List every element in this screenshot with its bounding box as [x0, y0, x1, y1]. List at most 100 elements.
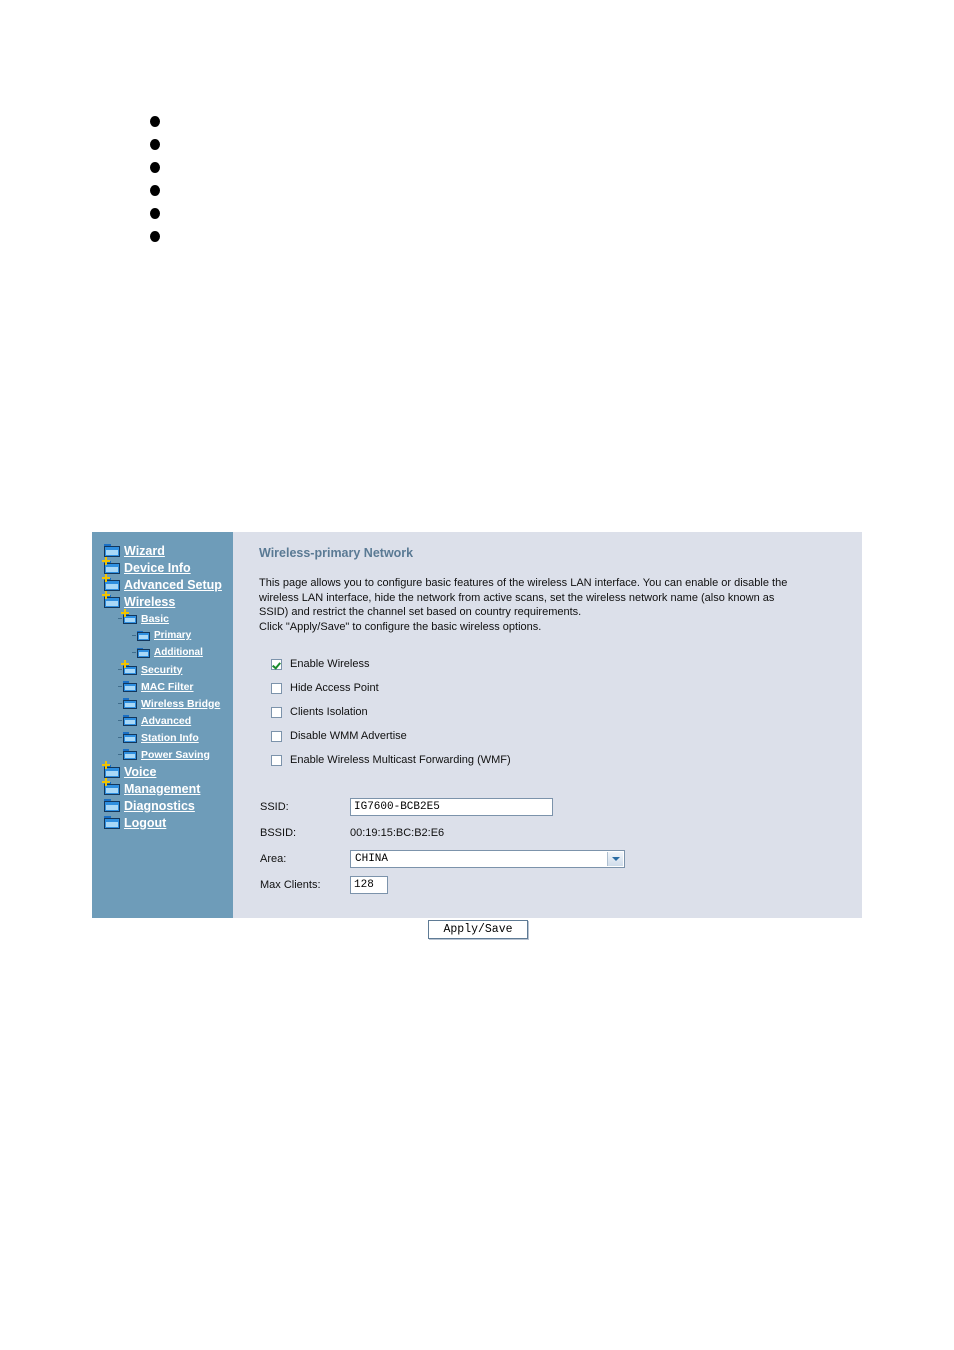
max-clients-label: Max Clients: — [260, 879, 321, 891]
apply-row: Apply/Save — [259, 920, 862, 939]
sidebar-item-label: Basic — [141, 612, 170, 625]
sidebar-item-label: Advanced — [141, 714, 192, 727]
sidebar-item-wireless-bridge[interactable]: Wireless Bridge — [92, 695, 233, 712]
hide-access-point-checkbox[interactable] — [271, 682, 282, 694]
main-content: Wireless-primary Network This page allow… — [233, 532, 862, 939]
folder-plus-icon — [102, 591, 120, 608]
checkbox-row-enable-wmf[interactable]: Enable Wireless Multicast Forwarding (WM… — [271, 748, 862, 772]
sidebar-item-station-info[interactable]: Station Info — [92, 729, 233, 746]
bullet-dot-icon — [150, 139, 160, 150]
description-line: This page allows you to configure basic … — [259, 577, 788, 589]
folder-icon — [123, 749, 137, 760]
apply-save-button[interactable]: Apply/Save — [428, 920, 528, 939]
sidebar-item-label: MAC Filter — [141, 680, 194, 693]
sidebar-item-device-info[interactable]: Device Info — [92, 557, 233, 576]
tree-line — [132, 652, 136, 653]
tree-line — [118, 618, 122, 619]
sidebar-item-label: Additional — [154, 647, 203, 658]
folder-icon — [123, 681, 137, 692]
tree-line — [118, 754, 122, 755]
checkbox-label: Hide Access Point — [290, 682, 379, 694]
area-selected-value: CHINA — [355, 853, 389, 865]
form-row-ssid: SSID: — [260, 794, 862, 820]
disable-wmm-advertise-checkbox[interactable] — [271, 730, 282, 742]
checkbox-row-clients-isolation[interactable]: Clients Isolation — [271, 700, 862, 724]
ssid-input[interactable] — [350, 798, 553, 816]
sidebar-item-power-saving[interactable]: Power Saving — [92, 746, 233, 763]
folder-plus-icon — [102, 557, 120, 574]
checkbox-row-hide-access-point[interactable]: Hide Access Point — [271, 676, 862, 700]
bullet-dot-icon — [150, 116, 160, 127]
sidebar-item-wireless[interactable]: Wireless — [92, 591, 233, 610]
folder-plus-icon — [121, 660, 137, 675]
sidebar-item-label: Wireless — [124, 594, 176, 609]
folder-icon — [123, 715, 137, 726]
max-clients-input[interactable] — [350, 876, 388, 894]
sidebar-item-label: Station Info — [141, 731, 199, 744]
bullet-dot-icon — [150, 185, 160, 196]
enable-wireless-checkbox[interactable] — [271, 658, 282, 670]
bssid-label: BSSID: — [260, 827, 297, 839]
bssid-value: 00:19:15:BC:B2:E6 — [350, 827, 445, 839]
clients-isolation-checkbox[interactable] — [271, 706, 282, 718]
sidebar-item-label: Device Info — [124, 560, 191, 575]
sidebar-item-label: Primary — [154, 630, 192, 641]
sidebar-item-label: Power Saving — [141, 748, 210, 761]
sidebar-item-mac-filter[interactable]: MAC Filter — [92, 678, 233, 695]
sidebar-item-label: Advanced Setup — [124, 577, 222, 592]
checkbox-label: Enable Wireless Multicast Forwarding (WM… — [290, 754, 511, 766]
sidebar-item-additional[interactable]: Additional — [92, 644, 233, 661]
folder-plus-icon — [102, 778, 120, 795]
tree-line — [118, 737, 122, 738]
sidebar-item-label: Diagnostics — [124, 798, 195, 813]
tree-line — [118, 669, 122, 670]
sidebar-item-label: Logout — [124, 815, 167, 830]
sidebar-item-logout[interactable]: Logout — [92, 814, 233, 831]
description-line: SSID) and restrict the channel set based… — [259, 606, 582, 618]
bullet-dot-icon — [150, 231, 160, 242]
ssid-label: SSID: — [260, 801, 289, 813]
sidebar-item-advanced-setup[interactable]: Advanced Setup — [92, 574, 233, 593]
checkbox-label: Enable Wireless — [290, 658, 370, 670]
sidebar-item-voice[interactable]: Voice — [92, 761, 233, 780]
folder-icon — [137, 630, 150, 641]
form-fields: SSID: BSSID: 00:19:15:BC:B2:E6 Area: CHI… — [260, 794, 862, 898]
folder-plus-icon — [121, 609, 137, 624]
folder-icon — [123, 698, 137, 709]
sidebar-item-label: Management — [124, 781, 201, 796]
folder-icon — [104, 799, 120, 812]
page-description: This page allows you to configure basic … — [259, 576, 804, 634]
checkbox-row-disable-wmm-advertise[interactable]: Disable WMM Advertise — [271, 724, 862, 748]
sidebar-item-diagnostics[interactable]: Diagnostics — [92, 797, 233, 814]
chevron-down-icon[interactable] — [607, 852, 623, 866]
form-row-max-clients: Max Clients: — [260, 872, 862, 898]
tree-line — [118, 686, 122, 687]
description-line: wireless LAN interface, hide the network… — [259, 591, 775, 604]
tree-line — [118, 720, 122, 721]
router-admin-panel: Wizard Device Info Advanced Setup Wirele… — [92, 532, 862, 939]
tree-line — [132, 635, 136, 636]
sidebar-item-basic[interactable]: Basic — [92, 609, 233, 627]
area-label: Area: — [260, 853, 287, 865]
sidebar-item-advanced[interactable]: Advanced — [92, 712, 233, 729]
sidebar-item-label: Wireless Bridge — [141, 697, 221, 710]
checkbox-group: Enable Wireless Hide Access Point Client… — [271, 652, 862, 772]
form-row-bssid: BSSID: 00:19:15:BC:B2:E6 — [260, 820, 862, 846]
area-select[interactable]: CHINA — [350, 850, 625, 868]
page-title: Wireless-primary Network — [259, 546, 414, 560]
sidebar-item-security[interactable]: Security — [92, 660, 233, 678]
sidebar-item-management[interactable]: Management — [92, 778, 233, 797]
form-row-area: Area: CHINA — [260, 846, 862, 872]
folder-icon — [104, 544, 120, 557]
description-line: Click "Apply/Save" to configure the basi… — [259, 620, 542, 633]
checkbox-row-enable-wireless[interactable]: Enable Wireless — [271, 652, 862, 676]
sidebar-item-primary[interactable]: Primary — [92, 627, 233, 644]
enable-wireless-multicast-forwarding-checkbox[interactable] — [271, 754, 282, 766]
sidebar-item-label: Voice — [124, 764, 157, 779]
folder-plus-icon — [102, 574, 120, 591]
tree-line — [118, 703, 122, 704]
sidebar-item-label: Wizard — [124, 543, 165, 558]
sidebar-item-wizard[interactable]: Wizard — [92, 542, 233, 559]
sidebar-item-label: Security — [141, 663, 183, 676]
bullet-dot-icon — [150, 208, 160, 219]
